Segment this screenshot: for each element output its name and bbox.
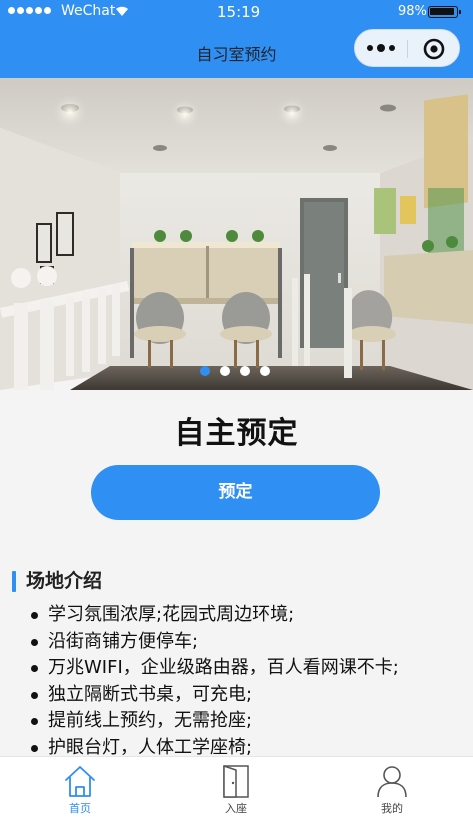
door-icon xyxy=(223,765,249,798)
tab-bar: 首页 入座 我的 xyxy=(0,756,473,819)
carousel-indicator[interactable] xyxy=(200,366,270,376)
status-time: 15:19 xyxy=(217,3,261,21)
tab-seat[interactable]: 入座 xyxy=(196,757,276,819)
signal-strength-icon xyxy=(8,7,51,14)
battery-percentage: 98% xyxy=(398,4,427,19)
wifi-icon xyxy=(116,6,128,16)
tab-label: 我的 xyxy=(381,802,403,815)
feature-item: 提前线上预约，无需抢座; xyxy=(29,708,399,735)
carousel-dot[interactable] xyxy=(200,366,210,376)
status-bar: WeChat 15:19 98% xyxy=(0,0,473,24)
carousel-dot[interactable] xyxy=(240,366,250,376)
headline: 自主预定 xyxy=(174,416,299,451)
more-menu-icon[interactable] xyxy=(367,44,395,52)
feature-item: 独立隔断式书桌，可充电; xyxy=(29,682,399,709)
banner-carousel[interactable] xyxy=(0,78,473,390)
carrier-name: WeChat xyxy=(61,3,116,19)
feature-item: 沿街商铺方便停车; xyxy=(29,629,399,656)
tab-label: 首页 xyxy=(69,802,91,815)
section-title: 场地介绍 xyxy=(12,570,102,592)
carousel-dot[interactable] xyxy=(220,366,230,376)
battery-icon xyxy=(428,6,461,18)
tab-home[interactable]: 首页 xyxy=(40,757,120,819)
book-button[interactable]: 预定 xyxy=(91,465,380,520)
home-icon xyxy=(65,766,95,797)
mini-program-capsule xyxy=(354,29,460,67)
tab-label: 入座 xyxy=(225,802,247,815)
user-icon xyxy=(377,766,407,798)
feature-item: 学习氛围浓厚;花园式周边环境; xyxy=(29,602,399,629)
feature-list: 学习氛围浓厚;花园式周边环境; 沿街商铺方便停车; 万兆WIFI，企业级路由器，… xyxy=(29,602,399,761)
feature-item: 万兆WIFI，企业级路由器，百人看网课不卡; xyxy=(29,655,399,682)
carousel-dot[interactable] xyxy=(260,366,270,376)
top-header: WeChat 15:19 98% 自习室预约 xyxy=(0,0,473,78)
tab-profile[interactable]: 我的 xyxy=(352,757,432,819)
capsule-divider xyxy=(407,40,408,58)
study-room-photo xyxy=(0,78,473,390)
close-mini-program-icon[interactable] xyxy=(423,38,445,60)
